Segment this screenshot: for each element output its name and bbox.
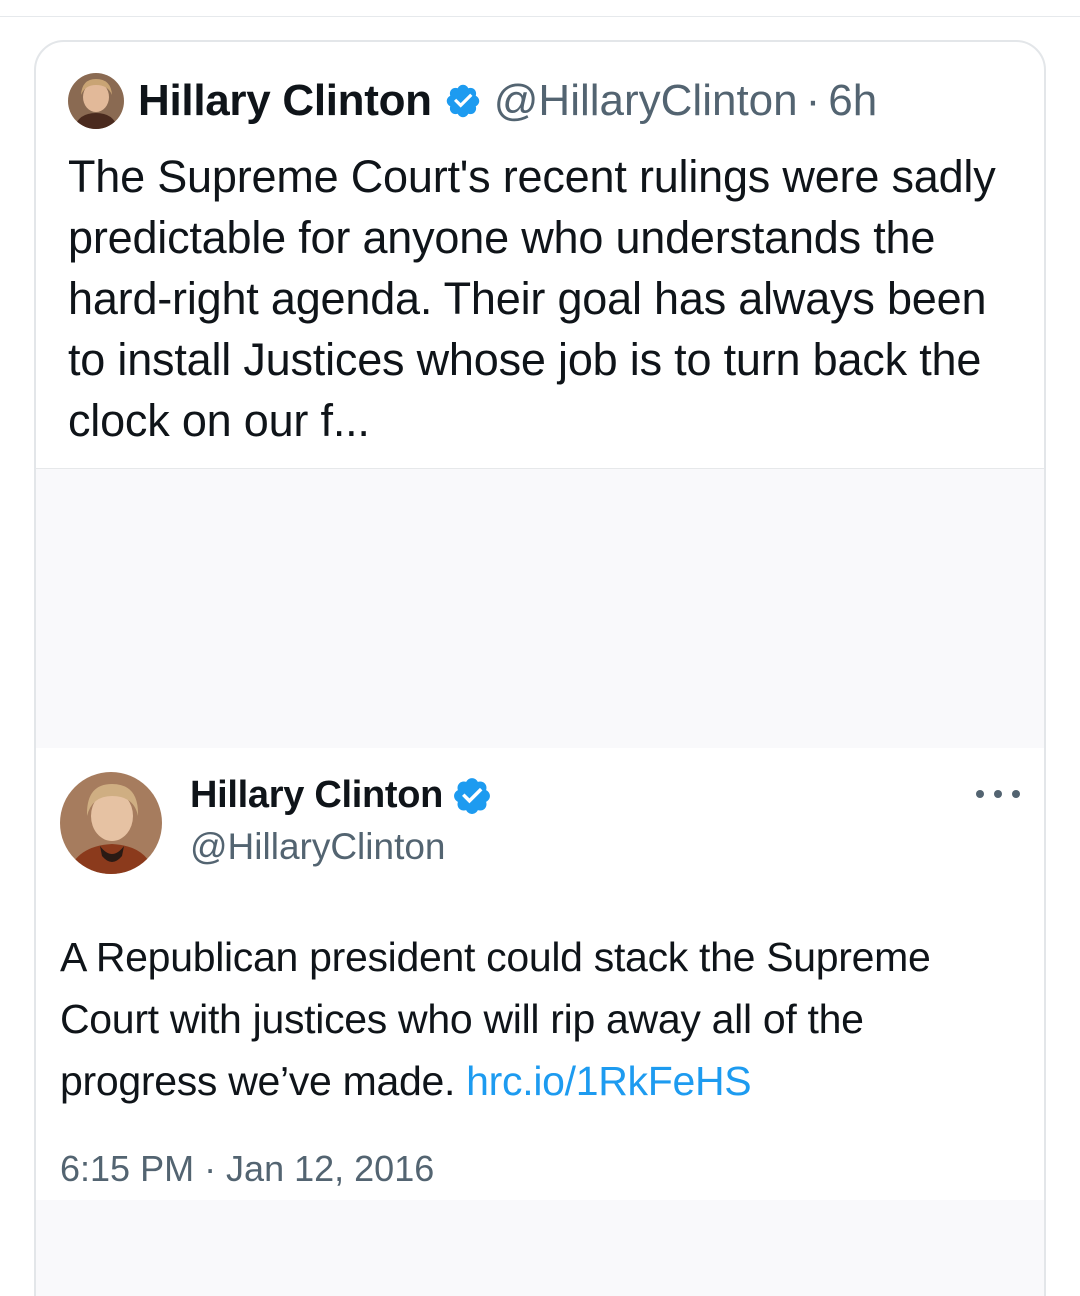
embedded-author-name: Hillary Clinton: [190, 774, 444, 816]
top-divider: [0, 16, 1080, 17]
author-name[interactable]: Hillary Clinton: [138, 76, 432, 126]
more-dot: [994, 790, 1002, 798]
embedded-author-row: Hillary Clinton: [190, 774, 493, 817]
embedded-tweet-text: A Republican president could stack the S…: [60, 926, 1030, 1112]
verified-badge-icon: [451, 775, 493, 817]
tweet-age[interactable]: 6h: [828, 76, 877, 126]
embedded-tweet: Hillary Clinton @HillaryClinton A Republ…: [36, 748, 1044, 1200]
quote-tweet-card[interactable]: Hillary Clinton @HillaryClinton · 6h The…: [34, 40, 1046, 1296]
quote-tweet-header: Hillary Clinton @HillaryClinton · 6h: [68, 72, 877, 130]
embedded-tweet-link: hrc.io/1RkFeHS: [466, 1058, 752, 1104]
more-dot: [1012, 790, 1020, 798]
more-options-icon: [976, 784, 1020, 804]
media-screenshot[interactable]: Hillary Clinton @HillaryClinton A Republ…: [36, 468, 1044, 1296]
verified-badge-icon: [444, 82, 482, 120]
quote-tweet-text: The Supreme Court's recent rulings were …: [68, 151, 996, 446]
embedded-author-avatar: [60, 772, 162, 874]
author-handle[interactable]: @HillaryClinton: [494, 76, 798, 126]
more-dot: [976, 790, 984, 798]
author-avatar[interactable]: [68, 73, 124, 129]
embedded-author-handle: @HillaryClinton: [190, 826, 446, 867]
embedded-tweet-timestamp: 6:15 PM · Jan 12, 2016: [60, 1148, 435, 1189]
meta-separator: ·: [805, 76, 821, 125]
